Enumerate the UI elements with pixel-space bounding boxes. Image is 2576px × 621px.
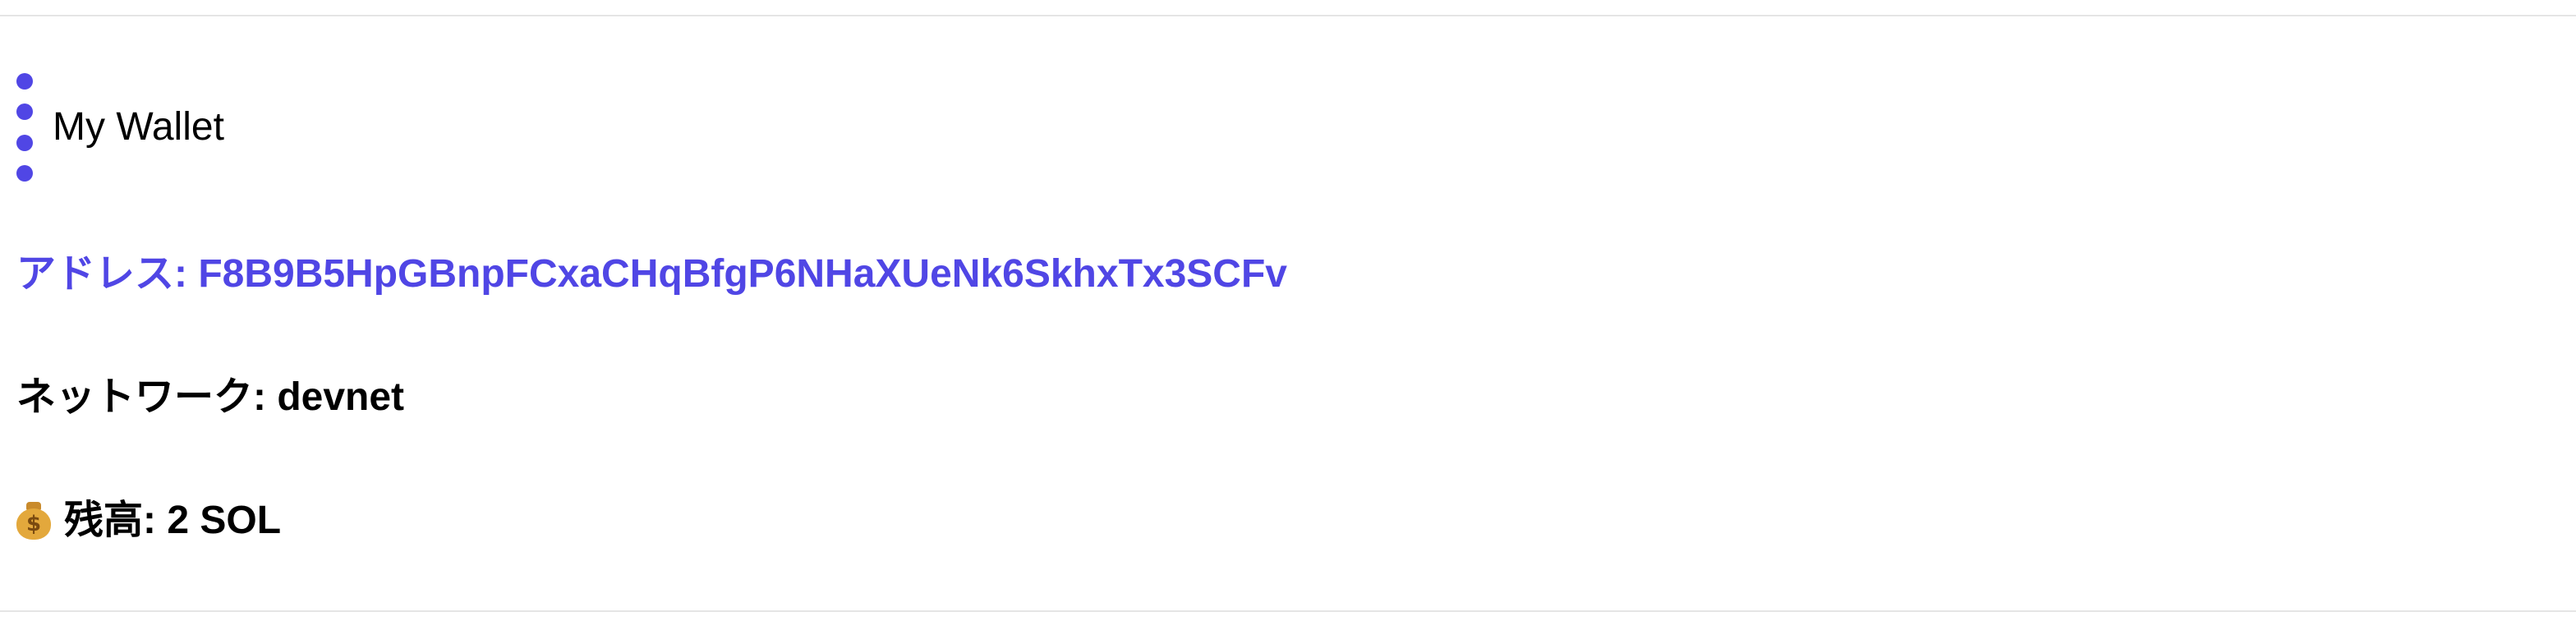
money-bag-icon: $ [16, 502, 51, 540]
wallet-title: My Wallet [53, 105, 224, 149]
menu-dot [16, 104, 33, 121]
balance-text: 残高: 2 SOL [64, 499, 282, 542]
menu-dot [16, 134, 33, 151]
vertical-dots-icon[interactable] [16, 73, 34, 182]
bottom-divider [0, 610, 2576, 612]
top-divider [0, 15, 2576, 16]
menu-dot [16, 164, 33, 182]
wallet-header: My Wallet [16, 72, 224, 182]
network-info: ネットワーク: devnet [16, 375, 405, 419]
balance-info: $ 残高: 2 SOL [16, 501, 281, 540]
menu-dot [16, 73, 33, 90]
wallet-address[interactable]: アドレス: F8B9B5HpGBnpFCxaCHqBfgP6NHaXUeNk6S… [16, 255, 1287, 294]
